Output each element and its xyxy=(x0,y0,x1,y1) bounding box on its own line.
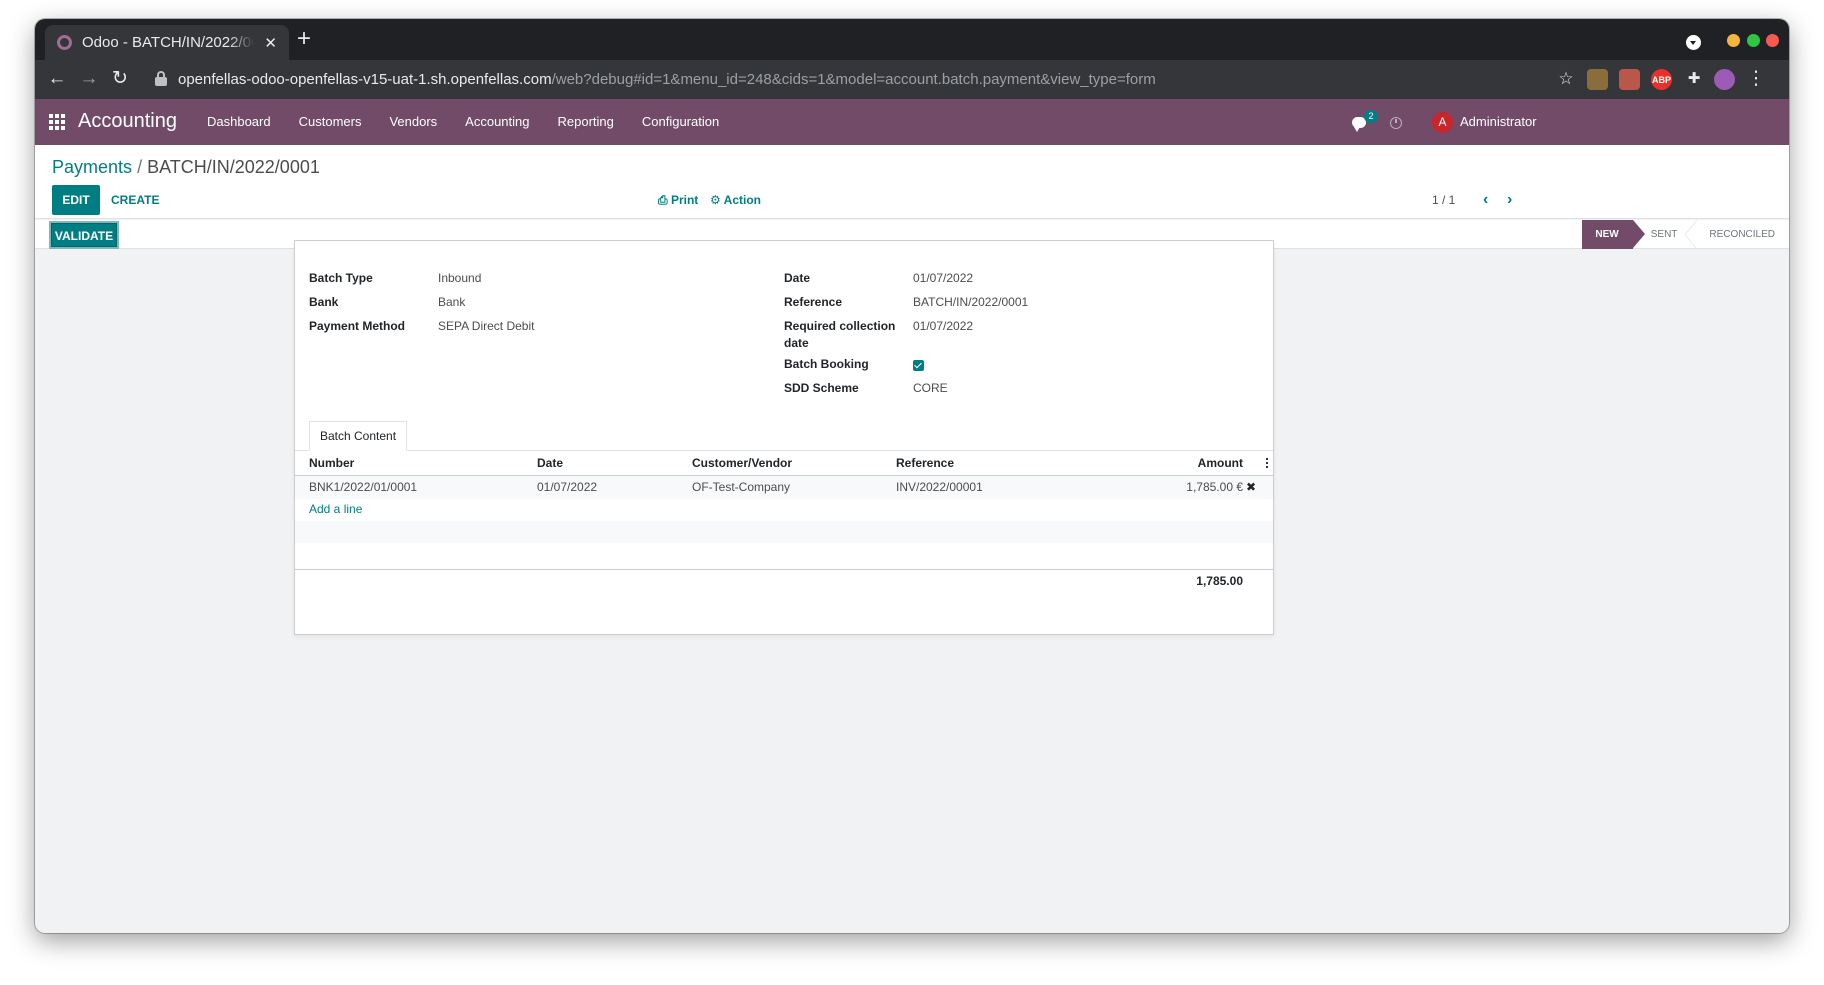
browser-menu-icon[interactable]: ⋮ xyxy=(1745,68,1767,90)
lock-icon[interactable] xyxy=(155,70,167,88)
pager-previous-icon[interactable]: ‹ xyxy=(1483,185,1488,215)
empty-row xyxy=(295,521,1273,543)
required-collection-date-label: Required collection xyxy=(784,319,896,333)
breadcrumb-current: BATCH/IN/2022/0001 xyxy=(147,157,320,177)
browser-tab-strip: Odoo - BATCH/IN/2022/0001 ✕ + xyxy=(35,19,1789,60)
stage-reconciled[interactable]: RECONCILED xyxy=(1691,220,1789,249)
table-row[interactable]: BNK1/2022/01/0001 01/07/2022 OF-Test-Com… xyxy=(295,476,1273,499)
date-value[interactable]: 01/07/2022 xyxy=(913,270,973,287)
url-host: openfellas-odoo-openfellas-v15-uat-1.sh.… xyxy=(178,71,552,88)
menu-item-reporting[interactable]: Reporting xyxy=(544,99,628,145)
message-count-badge: 2 xyxy=(1364,110,1378,123)
odoo-favicon-icon xyxy=(57,35,72,50)
user-menu[interactable]: Administrator xyxy=(1460,114,1537,130)
reference-value[interactable]: BATCH/IN/2022/0001 xyxy=(913,294,1028,311)
browser-toolbar: ← → ↻ openfellas-odoo-openfellas-v15-uat… xyxy=(35,60,1789,99)
sdd-scheme-label: SDD Scheme xyxy=(784,381,859,395)
delete-row-icon[interactable]: ✖ xyxy=(1246,476,1256,499)
sdd-scheme-value[interactable]: CORE xyxy=(913,380,948,397)
user-avatar[interactable]: A xyxy=(1432,112,1453,133)
maximize-window-icon[interactable] xyxy=(1747,34,1760,47)
action-menu-button[interactable]: ⚙ Action xyxy=(710,185,761,215)
app-name[interactable]: Accounting xyxy=(78,108,177,134)
add-a-line-link[interactable]: Add a line xyxy=(309,501,362,518)
print-menu-button[interactable]: ⎙ Print xyxy=(658,185,698,215)
print-label: Print xyxy=(670,193,699,207)
close-window-icon[interactable] xyxy=(1766,34,1779,47)
extension-1-icon[interactable] xyxy=(1587,69,1608,90)
bank-value[interactable]: Bank xyxy=(438,294,465,311)
main-navbar: Accounting Dashboard Customers Vendors A… xyxy=(35,99,1789,145)
column-reference[interactable]: Reference xyxy=(896,451,954,476)
column-number[interactable]: Number xyxy=(309,451,354,476)
bank-label: Bank xyxy=(309,295,339,309)
apps-grid-icon[interactable] xyxy=(49,114,65,130)
tab-batch-content[interactable]: Batch Content xyxy=(309,421,408,451)
print-icon: ⎙ xyxy=(658,193,668,207)
back-arrow-icon[interactable]: ← xyxy=(46,68,68,90)
action-label: Action xyxy=(723,193,761,207)
batch-booking-checkbox[interactable] xyxy=(913,360,924,371)
close-tab-icon[interactable]: ✕ xyxy=(264,34,277,52)
amount-total: 1,785.00 xyxy=(1196,574,1243,588)
breadcrumb-payments-link[interactable]: Payments xyxy=(52,157,132,177)
create-button[interactable]: CREATE xyxy=(101,185,169,215)
required-collection-date-label-cont: date xyxy=(784,336,809,350)
main-menu: Dashboard Customers Vendors Accounting R… xyxy=(193,99,733,145)
reload-icon[interactable]: ↻ xyxy=(109,68,131,90)
status-stages: NEW SENT RECONCILED xyxy=(1582,220,1789,249)
tab-search-icon[interactable] xyxy=(1686,35,1701,50)
control-panel: Payments / BATCH/IN/2022/0001 EDIT CREAT… xyxy=(35,145,1789,219)
pager-next-icon[interactable]: › xyxy=(1507,185,1512,215)
menu-item-dashboard[interactable]: Dashboard xyxy=(193,99,285,145)
url-path: /web?debug#id=1&menu_id=248&cids=1&model… xyxy=(551,71,1156,88)
row-customer-vendor: OF-Test-Company xyxy=(692,480,791,494)
extensions-puzzle-icon[interactable]: ✚ xyxy=(1683,68,1705,90)
payment-method-label: Payment Method xyxy=(309,319,406,333)
row-amount: 1,785.00 € xyxy=(1186,480,1243,494)
date-label: Date xyxy=(784,271,811,285)
menu-item-customers[interactable]: Customers xyxy=(285,99,376,145)
browser-window: Odoo - BATCH/IN/2022/0001 ✕ + ← → ↻ open… xyxy=(35,19,1789,933)
column-customer-vendor[interactable]: Customer/Vendor xyxy=(692,451,792,476)
address-bar[interactable]: openfellas-odoo-openfellas-v15-uat-1.sh.… xyxy=(178,70,1156,90)
row-reference: INV/2022/00001 xyxy=(896,480,983,494)
menu-item-vendors[interactable]: Vendors xyxy=(375,99,451,145)
breadcrumb-separator: / xyxy=(137,157,143,177)
row-date: 01/07/2022 xyxy=(537,480,598,494)
batch-booking-label: Batch Booking xyxy=(784,357,869,371)
minimize-window-icon[interactable] xyxy=(1727,34,1740,47)
edit-button[interactable]: EDIT xyxy=(52,185,100,215)
payment-method-value[interactable]: SEPA Direct Debit xyxy=(438,318,534,335)
new-tab-icon[interactable]: + xyxy=(297,27,311,51)
browser-tab[interactable]: Odoo - BATCH/IN/2022/0001 ✕ xyxy=(45,25,289,60)
row-number: BNK1/2022/01/0001 xyxy=(309,480,418,494)
pager-value[interactable]: 1 / 1 xyxy=(1432,185,1455,215)
optional-columns-icon[interactable] xyxy=(1266,458,1269,469)
column-amount[interactable]: Amount xyxy=(1163,451,1243,476)
table-footer-divider xyxy=(295,569,1273,570)
batch-type-label: Batch Type xyxy=(309,271,373,285)
breadcrumb: Payments / BATCH/IN/2022/0001 xyxy=(52,156,320,178)
required-collection-date-value[interactable]: 01/07/2022 xyxy=(913,318,973,335)
form-sheet: Batch Type Inbound Bank Bank Payment Met… xyxy=(294,240,1274,635)
bookmark-star-icon[interactable]: ☆ xyxy=(1555,68,1577,90)
menu-item-accounting[interactable]: Accounting xyxy=(451,99,543,145)
batch-type-value[interactable]: Inbound xyxy=(438,270,481,287)
column-date[interactable]: Date xyxy=(537,451,563,476)
extension-2-icon[interactable] xyxy=(1619,69,1640,90)
browser-tab-title: Odoo - BATCH/IN/2022/0001 xyxy=(82,34,254,51)
forward-arrow-icon[interactable]: → xyxy=(78,68,100,90)
validate-button[interactable]: VALIDATE xyxy=(51,223,117,247)
menu-item-configuration[interactable]: Configuration xyxy=(628,99,733,145)
activities-clock-icon[interactable] xyxy=(1390,117,1402,129)
stage-new[interactable]: NEW xyxy=(1582,220,1646,249)
reference-label: Reference xyxy=(784,295,843,309)
table-header: Number Date Customer/Vendor Reference Am… xyxy=(295,451,1273,476)
gear-icon: ⚙ xyxy=(710,193,721,207)
adblock-icon[interactable]: ABP xyxy=(1651,69,1672,90)
profile-avatar-icon[interactable] xyxy=(1714,69,1735,90)
